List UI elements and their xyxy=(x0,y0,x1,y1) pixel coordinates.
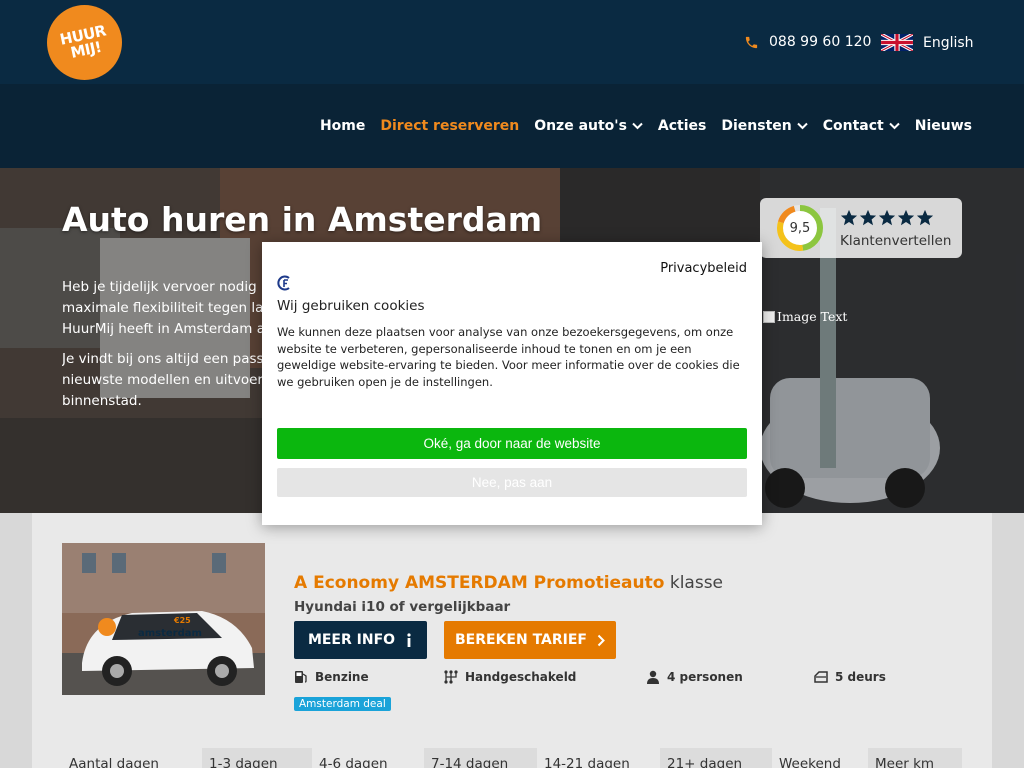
car-listing-card: amsterdam €25 A Economy AMSTERDAM Promot… xyxy=(32,513,992,768)
nav-item-home[interactable]: Home xyxy=(320,118,365,134)
car-photo-text: amsterdam xyxy=(138,628,202,639)
cookiefirst-logo-icon xyxy=(277,275,290,291)
accept-cookies-button[interactable]: Oké, ga door naar de website xyxy=(277,428,747,459)
nav-item-label: Onze auto's xyxy=(534,118,627,134)
car-photo-price: €25 xyxy=(173,616,191,625)
star-icon xyxy=(916,209,934,226)
nav-item-diensten[interactable]: Diensten xyxy=(721,118,808,134)
price-table-header-cell: Meer km xyxy=(868,748,962,768)
nav-item-label: Diensten xyxy=(721,118,792,134)
calculate-rate-button[interactable]: BEREKEN TARIEF xyxy=(444,621,616,659)
price-table-header-cell: Aantal dagen xyxy=(69,756,159,768)
uk-flag-icon xyxy=(881,34,913,51)
deal-badge: Amsterdam deal xyxy=(294,697,391,711)
person-icon xyxy=(647,670,659,684)
price-table-header-cell: 1-3 dagen xyxy=(202,748,312,768)
spec-transmission: Handgeschakeld xyxy=(444,670,576,684)
page-gutter-left xyxy=(0,513,32,768)
hero-paragraph-1: Heb je tijdelijk vervoer nodig in maxima… xyxy=(62,279,267,337)
spec-doors: 5 deurs xyxy=(814,670,886,684)
fuel-pump-icon xyxy=(295,671,307,683)
nav-item-label: Contact xyxy=(822,118,884,134)
hero-paragraph-2: Je vindt bij ons altijd een passe nieuws… xyxy=(62,351,267,409)
rating-stars xyxy=(840,209,934,227)
customize-cookies-button[interactable]: Nee, pas aan xyxy=(277,468,747,497)
nav-item-onze-auto-s[interactable]: Onze auto's xyxy=(534,118,643,134)
chevron-down-icon xyxy=(889,122,900,130)
phone-number: 088 99 60 120 xyxy=(769,34,872,50)
price-table-header-cell: 14-21 dagen xyxy=(544,756,630,768)
privacy-policy-link[interactable]: Privacybeleid xyxy=(660,261,747,276)
calculate-rate-label: BEREKEN TARIEF xyxy=(455,632,587,648)
nav-item-acties[interactable]: Acties xyxy=(658,118,706,134)
price-table-header: Aantal dagen 1-3 dagen 4-6 dagen 7-14 dagen… xyxy=(62,748,962,768)
nav-item-label: Nieuws xyxy=(914,118,972,134)
more-info-button[interactable]: MEER INFO xyxy=(294,621,427,659)
language-switch[interactable]: English xyxy=(881,34,974,51)
rating-score: 9,5 xyxy=(789,220,811,236)
top-bar: HUUR MIJ! 088 99 60 120 English xyxy=(0,0,1024,84)
cookie-consent-modal: Privacybeleid Wij gebruiken cookies We k… xyxy=(262,242,762,525)
nav-item-contact[interactable]: Contact xyxy=(823,118,900,134)
broken-image: Image Text xyxy=(763,309,847,324)
nav-item-label: Direct reserveren xyxy=(380,118,520,134)
broken-image-icon xyxy=(763,310,775,323)
star-icon xyxy=(878,209,896,226)
nav-menu: Home Direct reserveren Onze auto's Acties Di… xyxy=(320,118,972,134)
more-info-label: MEER INFO xyxy=(307,632,396,648)
price-table-header-cell: 4-6 dagen xyxy=(319,756,388,768)
price-table-header-cell: 7-14 dagen xyxy=(424,748,537,768)
hero-title: Auto huren in Amsterdam xyxy=(62,200,543,239)
info-icon xyxy=(407,633,411,647)
price-table-header-cell: Weekend xyxy=(779,756,841,768)
star-icon xyxy=(859,209,877,226)
car-model: Hyundai i10 of vergelijkbaar xyxy=(294,599,511,615)
logo-text: HUUR MIJ! xyxy=(58,21,108,62)
star-icon xyxy=(840,209,858,226)
car-photo[interactable]: amsterdam €25 xyxy=(62,543,265,695)
language-label: English xyxy=(923,34,974,51)
car-title[interactable]: A Economy AMSTERDAM Promotieauto klasse xyxy=(294,573,723,593)
chevron-right-icon xyxy=(597,634,605,646)
review-rating-widget[interactable]: 9,5 Klantenvertellen xyxy=(760,198,962,258)
phone-icon xyxy=(745,36,758,48)
main-navigation: Home Direct reserveren Onze auto's Acties Di… xyxy=(0,84,1024,168)
nav-item-label: Home xyxy=(319,118,366,134)
car-door-icon xyxy=(814,671,828,683)
huurmij-logo[interactable]: HUUR MIJ! xyxy=(47,5,122,80)
rating-label: Klantenvertellen xyxy=(840,233,952,249)
cookie-title: Wij gebruiken cookies xyxy=(277,298,425,314)
chevron-down-icon xyxy=(797,122,808,130)
spec-persons: 4 personen xyxy=(646,670,743,684)
star-icon xyxy=(897,209,915,226)
phone-link[interactable]: 088 99 60 120 xyxy=(744,34,871,50)
chevron-down-icon xyxy=(632,122,643,130)
hero-description: Heb je tijdelijk vervoer nodig in maxima… xyxy=(62,277,267,421)
spec-fuel: Benzine xyxy=(294,670,369,684)
nav-item-nieuws[interactable]: Nieuws xyxy=(915,118,972,134)
car-title-suffix: klasse xyxy=(664,573,724,593)
price-table-header-cell: 21+ dagen xyxy=(660,748,772,768)
page-gutter-right xyxy=(992,513,1024,768)
nav-item-direct-reserveren[interactable]: Direct reserveren xyxy=(380,118,519,134)
broken-image-alt: Image Text xyxy=(777,309,848,324)
cookie-body-text: We kunnen deze plaatsen voor analyse van… xyxy=(277,325,740,389)
gearshift-icon xyxy=(444,670,458,684)
nav-item-label: Acties xyxy=(657,118,707,134)
car-title-brand: A Economy AMSTERDAM Promotieauto xyxy=(294,573,665,593)
